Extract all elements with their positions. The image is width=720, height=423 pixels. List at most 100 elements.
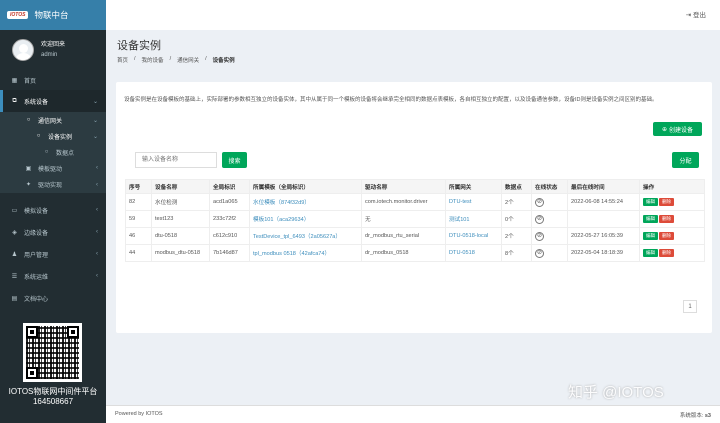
sidebar-item-template-driver[interactable]: ▣ 模板驱动 ‹	[0, 160, 106, 176]
actions-cell: 编辑 删除	[639, 227, 705, 245]
table-cell: acd1a065	[209, 193, 250, 211]
topbar: ⇥ 登出	[106, 0, 720, 30]
table-cell: 2个	[501, 193, 532, 211]
user-panel: 欢迎回来 admin	[0, 30, 106, 70]
column-header: 在线状态	[531, 179, 568, 194]
table-cell: 2022-05-04 18:18:39	[567, 244, 640, 262]
description-text: 设备实例是在设备模板的基础上，实际部署的参数相互独立的设备实体，其中从属于同一个…	[124, 97, 658, 103]
sidebar-item-label: 设备实例	[48, 134, 73, 141]
actions-cell: 编辑 删除	[639, 193, 705, 211]
users-icon: ♟	[11, 251, 18, 258]
sidebar-item-edge-devices[interactable]: ◈ 边缘设备 ‹	[0, 221, 106, 243]
sidebar-item-home[interactable]: ▦ 首页	[0, 70, 106, 90]
delete-button[interactable]: 删除	[659, 215, 674, 223]
chevron-left-icon: ‹	[96, 229, 98, 235]
table-cell	[567, 210, 640, 228]
edit-button[interactable]: 编辑	[643, 215, 658, 223]
watermark-text: 知乎 @IOTOS	[568, 384, 664, 401]
circle-icon: ○	[26, 117, 31, 123]
column-header: 所属网关	[445, 179, 502, 194]
qr-number: 164508667	[32, 397, 74, 406]
breadcrumb-item-home[interactable]: 首页	[117, 56, 128, 64]
server-icon: ☰	[11, 273, 18, 280]
table-cell: 233c72f2	[209, 210, 250, 228]
table-cell: 0个	[501, 210, 532, 228]
share-icon: ✦	[25, 182, 32, 188]
circle-icon: ○	[44, 149, 49, 155]
avatar	[12, 39, 34, 61]
edit-button[interactable]: 编辑	[643, 232, 658, 240]
online-status-cell: ⊘	[531, 193, 568, 211]
table-cell[interactable]: DTU-0518	[445, 244, 502, 262]
column-header: 所属模板（全局标识）	[249, 179, 362, 194]
actions-cell: 编辑 删除	[639, 210, 705, 228]
table-cell[interactable]: DTU-0518-local	[445, 227, 502, 245]
sidebar-item-sim-devices[interactable]: ▭ 模拟设备 ‹	[0, 199, 106, 221]
tablet-icon: ▭	[11, 207, 18, 214]
table-cell: 44	[125, 244, 152, 262]
table-cell[interactable]: 水位模板（874f32d9）	[249, 193, 362, 211]
edit-button[interactable]: 编辑	[643, 198, 658, 206]
delete-button[interactable]: 删除	[659, 198, 674, 206]
pagination-page[interactable]: 1	[683, 300, 697, 313]
table-row: 59 test123 233c72f2 模板101（aca29634）无测试101 0个…	[125, 210, 705, 228]
sidebar-item-label: 系统设备	[24, 99, 49, 106]
logout-button[interactable]: ⇥ 登出	[686, 9, 706, 19]
column-header: 驱动名称	[361, 179, 446, 194]
breadcrumb-item-gateway[interactable]: 通信网关	[177, 56, 199, 64]
plus-icon: ⊕	[661, 126, 667, 133]
sidebar-item-gateway[interactable]: ○ 通信网关 ⌄	[0, 112, 106, 128]
table-cell[interactable]: 测试101	[445, 210, 502, 228]
chevron-down-icon: ⌄	[92, 117, 98, 124]
table-cell: 无	[361, 210, 446, 228]
sidebar-item-datapoint[interactable]: ○ 数据点	[0, 144, 106, 160]
sidebar-item-device-instance[interactable]: ○ 设备实例 ⌄	[0, 128, 106, 144]
online-status-cell: ⊘	[531, 227, 568, 245]
delete-button[interactable]: 删除	[659, 232, 674, 240]
sidebar-item-driver-impl[interactable]: ✦ 驱动实现 ‹	[0, 176, 106, 193]
table-cell[interactable]: tpl_modbus 0518（42afca74）	[249, 244, 362, 262]
sidebar-item-users[interactable]: ♟ 用户管理 ‹	[0, 243, 106, 265]
sidebar-item-system-devices[interactable]: ⧉ 系统设备 ⌄	[0, 90, 106, 112]
system-version: 系统版本: s3	[680, 411, 711, 419]
sidebar-item-docs[interactable]: ▤ 文档中心	[0, 287, 106, 309]
table-cell: 2022-06-08 14:55:24	[567, 193, 640, 211]
online-status-cell: ⊘	[531, 210, 568, 228]
logo[interactable]: IOTOS 物联中台	[0, 0, 106, 30]
breadcrumb-item-my-devices[interactable]: 我的设备	[142, 56, 164, 64]
table-cell[interactable]: 模板101（aca29634）	[249, 210, 362, 228]
assign-button[interactable]: 分配	[672, 152, 699, 168]
table-cell[interactable]: DTU-test	[445, 193, 502, 211]
delete-button[interactable]: 删除	[659, 249, 674, 257]
table-cell: 59	[125, 210, 152, 228]
ban-icon: ⊘	[535, 231, 544, 241]
column-header: 设备名称	[151, 179, 210, 194]
device-table: 序号 设备名称 全局标识 所属模板（全局标识） 驱动名称 所属网关 数据点 在线…	[125, 179, 705, 262]
table-cell: 82	[125, 193, 152, 211]
ban-icon: ⊘	[535, 214, 544, 224]
sidebar-item-ops[interactable]: ☰ 系统运维 ‹	[0, 265, 106, 287]
sidebar-item-label: 模拟设备	[24, 208, 49, 215]
edit-button[interactable]: 编辑	[643, 249, 658, 257]
table-row: 44 modbus_dtu-0518 7b146d87 tpl_modbus 0518…	[125, 244, 705, 262]
table-cell[interactable]: TestDevice_tpl_6493（2a05627a）	[249, 227, 362, 245]
table-row: 46 dtu-0518 c612c910 TestDevice_tpl_6493（2a…	[125, 227, 705, 245]
cube-icon: ◈	[12, 229, 17, 236]
table-cell: test123	[151, 210, 210, 228]
column-header: 全局标识	[209, 179, 250, 194]
sidebar-item-label: 数据点	[56, 150, 75, 157]
create-device-button[interactable]: ⊕ 创建设备	[653, 122, 702, 136]
chevron-left-icon: ‹	[96, 273, 98, 279]
chevron-down-icon: ⌄	[92, 98, 98, 105]
table-cell: dr_modbus_0518	[361, 244, 446, 262]
circle-icon: ○	[36, 133, 41, 139]
version-value: s3	[704, 413, 711, 419]
qr-caption: IOTOS物联网中间件平台	[8, 387, 98, 396]
search-button[interactable]: 搜索	[222, 152, 247, 168]
table-row: 82 水位检测 acd1a065 水位模板（874f32d9） com.iotech.m…	[125, 193, 705, 211]
breadcrumb-item-current: 设备实例	[212, 58, 235, 64]
table-cell: 水位检测	[151, 193, 210, 211]
column-header: 最后在线时间	[567, 179, 640, 194]
search-input[interactable]	[135, 152, 217, 168]
create-device-label: 创建设备	[669, 127, 694, 134]
